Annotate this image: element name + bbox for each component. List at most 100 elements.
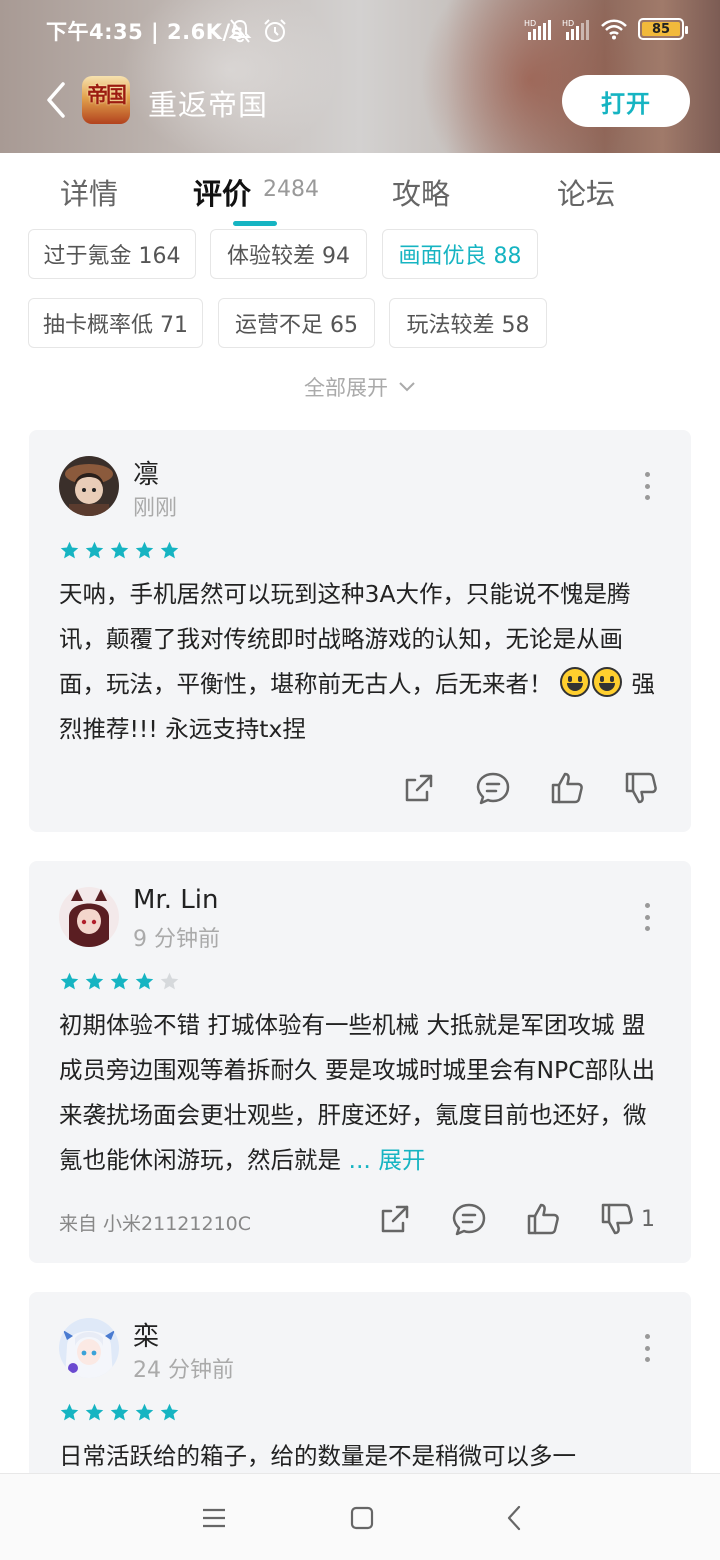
tab-details[interactable]: 详情 — [60, 171, 118, 213]
battery-icon: 85 — [638, 18, 688, 40]
menu-icon — [203, 1508, 225, 1528]
review-actions — [365, 768, 661, 808]
star-icon — [110, 541, 129, 559]
thumbs-down-icon — [601, 1203, 633, 1235]
system-back-button[interactable] — [498, 1502, 530, 1534]
share-button[interactable] — [399, 768, 439, 808]
status-icons: HD HD 85 — [524, 18, 688, 40]
comment-icon — [452, 1203, 486, 1236]
star-empty-icon — [160, 972, 179, 990]
avatar[interactable] — [59, 887, 119, 947]
review-username[interactable]: 栾 — [133, 1316, 159, 1353]
home-button[interactable] — [346, 1502, 378, 1534]
home-square-icon — [350, 1506, 374, 1530]
tab-reviews-count: 2484 — [263, 177, 319, 202]
thumbs-up-icon — [527, 1203, 559, 1235]
share-button[interactable] — [375, 1199, 415, 1239]
expand-all-label: 全部展开 — [304, 376, 388, 400]
app-icon: 帝国 — [82, 76, 130, 124]
system-nav-bar — [0, 1473, 720, 1560]
svg-text:HD: HD — [524, 19, 536, 28]
star-icon — [60, 541, 79, 559]
grinning-emoji-icon — [559, 667, 590, 697]
review-actions: 1 — [341, 1199, 655, 1239]
review-username[interactable]: Mr. Lin — [133, 885, 218, 915]
tab-bar: 详情 评价 2484 攻略 论坛 — [0, 153, 720, 226]
review-time: 9 分钟前 — [133, 927, 220, 952]
share-icon — [381, 1205, 409, 1233]
star-icon — [135, 1403, 154, 1421]
filter-chip[interactable]: 体验较差 94 — [210, 229, 367, 279]
rating-stars — [59, 971, 180, 992]
filter-chip[interactable]: 运营不足 65 — [218, 298, 375, 348]
app-title: 重返帝国 — [148, 88, 269, 122]
review-time: 刚刚 — [133, 496, 178, 521]
app-icon-text: 帝国 — [87, 82, 127, 107]
avatar[interactable] — [59, 456, 119, 516]
app-header: 下午4:35 | 2.6K/s HD HD 85 帝国 重返帝国 打开 — [0, 0, 720, 153]
expand-review-link[interactable]: ... 展开 — [348, 1146, 425, 1174]
grinning-emoji-icon — [591, 667, 622, 697]
tab-reviews[interactable]: 评价 — [193, 171, 251, 213]
review-text-part1: 天呐，手机居然可以玩到这种3A大作，只能说不愧是腾讯，颠覆了我对传统即时战略游戏… — [59, 580, 631, 698]
star-icon — [60, 1403, 79, 1421]
back-triangle-icon — [507, 1505, 521, 1531]
star-icon — [85, 1403, 104, 1421]
chevron-left-icon — [47, 82, 65, 118]
more-options-icon[interactable] — [641, 472, 653, 500]
star-icon — [85, 972, 104, 990]
hd-signal-icon: HD — [562, 19, 589, 40]
expand-all-button[interactable]: 全部展开 — [304, 372, 416, 402]
thumbs-down-icon — [625, 772, 657, 804]
filter-chip[interactable]: 过于氪金 164 — [28, 229, 196, 279]
tab-guides[interactable]: 攻略 — [392, 171, 450, 213]
dislike-button[interactable] — [597, 1199, 637, 1239]
battery-level: 85 — [651, 21, 671, 37]
filter-chip[interactable]: 抽卡概率低 71 — [28, 298, 203, 348]
review-source: 来自 小米21121210C — [59, 1213, 252, 1235]
star-icon — [85, 541, 104, 559]
svg-text:HD: HD — [562, 19, 574, 28]
tab-active-indicator — [233, 221, 277, 226]
review-card: 凛 刚刚 天呐，手机居然可以玩到这种3A大作，只能说不愧是腾讯，颠覆了我对传统即… — [29, 430, 691, 832]
wifi-icon — [601, 19, 627, 40]
filter-chip-active[interactable]: 画面优良 88 — [382, 229, 538, 279]
rating-stars — [59, 1402, 180, 1423]
comment-icon — [476, 772, 510, 805]
more-options-icon[interactable] — [641, 1334, 653, 1362]
review-username[interactable]: 凛 — [133, 454, 159, 491]
menu-button[interactable] — [198, 1502, 230, 1534]
star-icon — [110, 1403, 129, 1421]
star-icon — [60, 972, 79, 990]
alarm-icon — [264, 19, 286, 42]
review-text[interactable]: 初期体验不错 打城体验有一些机械 大抵就是军团攻城 盟成员旁边围观等着拆耐久 要… — [59, 1003, 665, 1183]
dislike-button[interactable] — [621, 768, 661, 808]
thumbs-up-icon — [551, 772, 583, 804]
hd-signal-icon: HD — [524, 19, 551, 40]
review-text[interactable]: 天呐，手机居然可以玩到这种3A大作，只能说不愧是腾讯，颠覆了我对传统即时战略游戏… — [59, 572, 665, 752]
dislike-count: 1 — [641, 1206, 655, 1232]
more-options-icon[interactable] — [641, 903, 653, 931]
status-time-text: 下午4:35 | 2.6K/s — [46, 20, 244, 44]
open-button[interactable]: 打开 — [562, 75, 690, 127]
avatar[interactable] — [59, 1318, 119, 1378]
like-button[interactable] — [523, 1199, 563, 1239]
review-text-body: 日常活跃给的箱子，给的数量是不是稍微可以多一 — [59, 1442, 576, 1470]
chevron-down-icon — [399, 382, 415, 392]
tab-forum[interactable]: 论坛 — [557, 171, 615, 213]
rating-stars — [59, 540, 180, 561]
back-button[interactable] — [36, 78, 76, 122]
star-icon — [160, 1403, 179, 1421]
like-button[interactable] — [547, 768, 587, 808]
nav-bar: 帝国 重返帝国 打开 — [0, 62, 720, 153]
comment-button[interactable] — [449, 1199, 489, 1239]
comment-button[interactable] — [473, 768, 513, 808]
star-icon — [135, 541, 154, 559]
star-icon — [135, 972, 154, 990]
status-time: 下午4:35 | 2.6K/s — [46, 16, 244, 46]
review-time: 24 分钟前 — [133, 1358, 234, 1383]
review-card: Mr. Lin 9 分钟前 初期体验不错 打城体验有一些机械 大抵就是军团攻城 … — [29, 861, 691, 1263]
filter-chip[interactable]: 玩法较差 58 — [389, 298, 547, 348]
star-icon — [160, 541, 179, 559]
status-bar: 下午4:35 | 2.6K/s HD HD 85 — [0, 0, 720, 62]
